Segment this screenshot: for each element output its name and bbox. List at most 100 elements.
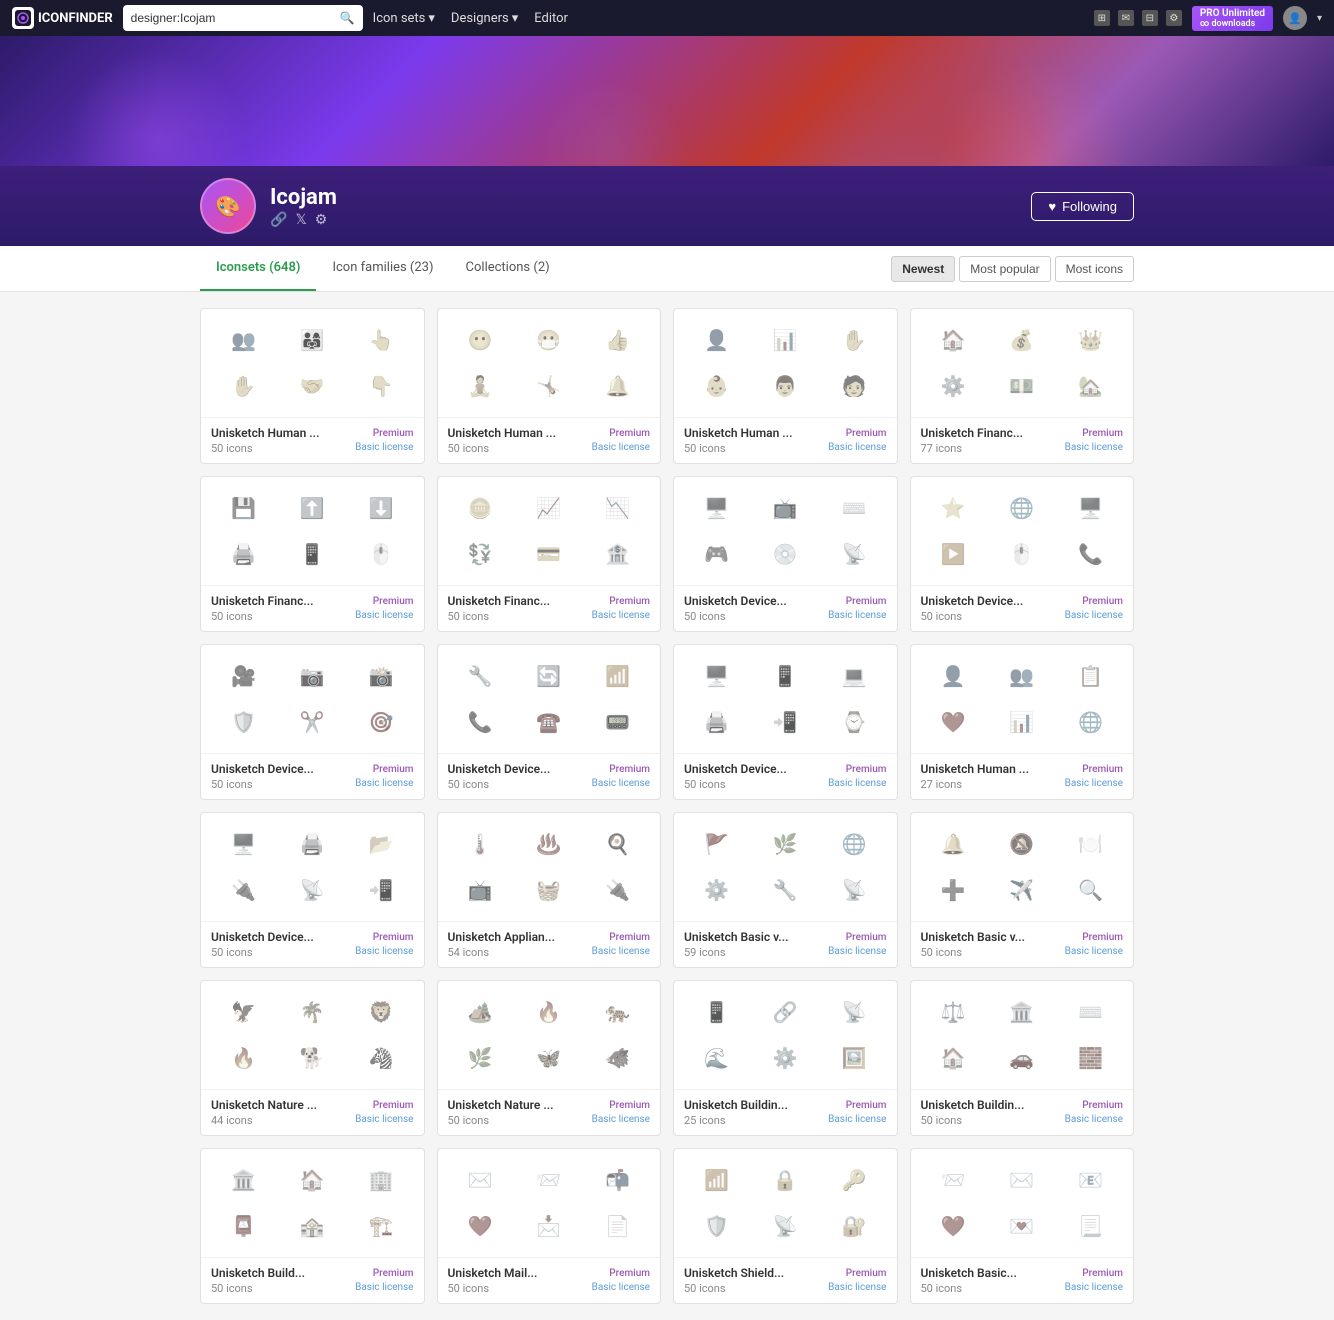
icon-cell: 🏛️ <box>989 991 1054 1033</box>
license-link[interactable]: Basic license <box>1065 946 1123 959</box>
user-menu-chevron[interactable]: ▾ <box>1317 13 1322 24</box>
icon-cell: 🤝 <box>280 365 345 407</box>
card-title-text: Unisketch Device... <box>211 762 314 776</box>
license-link[interactable]: Basic license <box>355 778 413 791</box>
icon-card[interactable]: 📱🔗📡🌊⚙️🖼️Unisketch Buildin...Premium25 ic… <box>673 980 898 1136</box>
icon-cell: 🍽️ <box>1058 823 1123 865</box>
icon-cell: 🖨️ <box>280 823 345 865</box>
icon-card[interactable]: 🖥️📺⌨️🎮💿📡Unisketch Device...Premium50 ico… <box>673 476 898 632</box>
card-title-text: Unisketch Basic... <box>921 1266 1017 1280</box>
search-input[interactable] <box>131 11 340 25</box>
icon-card[interactable]: 🖥️🖨️📂🔌📡📲Unisketch Device...Premium50 ico… <box>200 812 425 968</box>
icon-card[interactable]: 🦅🌴🦁🔥🐕🦓Unisketch Nature ...Premium44 icon… <box>200 980 425 1136</box>
search-bar[interactable]: 🔍 <box>123 5 363 31</box>
license-link[interactable]: Basic license <box>355 1114 413 1127</box>
icon-card[interactable]: ⚖️🏛️⌨️🏠🚗🧱Unisketch Buildin...Premium50 i… <box>910 980 1135 1136</box>
icon-count: 25 icons <box>684 1114 726 1127</box>
icon-cell: 🏡 <box>1058 365 1123 407</box>
sort-most-popular[interactable]: Most popular <box>959 256 1050 282</box>
license-link[interactable]: Basic license <box>592 442 650 455</box>
nav-designers[interactable]: Designers ▾ <box>451 11 518 26</box>
twitter-icon[interactable]: 𝕏 <box>295 212 306 228</box>
icon-card[interactable]: 💾⬆️⬇️🖨️📱🖱️Unisketch Financ...Premium50 i… <box>200 476 425 632</box>
search-icon[interactable]: 🔍 <box>340 11 355 25</box>
license-link[interactable]: Basic license <box>828 778 886 791</box>
license-link[interactable]: Basic license <box>828 946 886 959</box>
license-link[interactable]: Basic license <box>1065 442 1123 455</box>
license-link[interactable]: Basic license <box>592 946 650 959</box>
license-link[interactable]: Basic license <box>1065 610 1123 623</box>
profile-name: Icojam <box>270 185 337 210</box>
card-info: Unisketch Human ...Premium50 iconsBasic … <box>201 418 424 463</box>
icon-card[interactable]: 📶🔒🔑🛡️📡🔐Unisketch Shield...Premium50 icon… <box>673 1148 898 1304</box>
license-link[interactable]: Basic license <box>592 610 650 623</box>
license-link[interactable]: Basic license <box>355 946 413 959</box>
license-link[interactable]: Basic license <box>1065 1282 1123 1295</box>
settings-link-icon[interactable]: ⚙ <box>315 212 328 228</box>
icon-card[interactable]: 🔧🔄📶📞☎️📟Unisketch Device...Premium50 icon… <box>437 644 662 800</box>
license-link[interactable]: Basic license <box>592 778 650 791</box>
settings-icon[interactable]: ⚙ <box>1166 10 1182 26</box>
icon-card[interactable]: 👤👥📋❤️📊🌐Unisketch Human ...Premium27 icon… <box>910 644 1135 800</box>
icon-card[interactable]: 🎥📷📸🛡️✂️🎯Unisketch Device...Premium50 ico… <box>200 644 425 800</box>
icon-card[interactable]: 🪙📈📉💱💳🏦Unisketch Financ...Premium50 icons… <box>437 476 662 632</box>
icon-cell: 💰 <box>989 319 1054 361</box>
icon-cell: 🪙 <box>448 487 513 529</box>
icon-card[interactable]: 🏠💰👑⚙️💵🏡Unisketch Financ...Premium77 icon… <box>910 308 1135 464</box>
tab-icon-families[interactable]: Icon families (23) <box>316 246 449 291</box>
license-link[interactable]: Basic license <box>828 610 886 623</box>
icon-card[interactable]: 👤📊✋👶👨🧑Unisketch Human ...Premium50 icons… <box>673 308 898 464</box>
icon-card[interactable]: 🌡️♨️🍳📺🧺🔌Unisketch Applian...Premium54 ic… <box>437 812 662 968</box>
icon-card[interactable]: 🔔🔕🍽️➕✈️🔍Unisketch Basic v...Premium50 ic… <box>910 812 1135 968</box>
sort-most-icons[interactable]: Most icons <box>1055 256 1134 282</box>
license-link[interactable]: Basic license <box>355 1282 413 1295</box>
card-info: Unisketch Human ...Premium50 iconsBasic … <box>438 418 661 463</box>
license-link[interactable]: Basic license <box>592 1282 650 1295</box>
mail-icon[interactable]: ✉ <box>1118 10 1134 26</box>
license-link[interactable]: Basic license <box>828 1114 886 1127</box>
icon-cell: 🖨️ <box>211 533 276 575</box>
icon-cell: ✂️ <box>280 701 345 743</box>
card-meta: 77 iconsBasic license <box>921 442 1124 455</box>
icon-cell: 🐅 <box>585 991 650 1033</box>
icon-card[interactable]: 🏛️🏠🏢📮🏤🏗️Unisketch Build...Premium50 icon… <box>200 1148 425 1304</box>
tab-collections[interactable]: Collections (2) <box>450 246 566 291</box>
nav-editor[interactable]: Editor <box>534 11 568 26</box>
icon-cell: 🔥 <box>211 1037 276 1079</box>
link-icon[interactable]: 🔗 <box>270 212 287 228</box>
icon-count: 50 icons <box>448 442 490 455</box>
nav-links: Icon sets ▾ Designers ▾ Editor <box>373 11 1084 26</box>
sort-newest[interactable]: Newest <box>891 256 955 282</box>
icon-card[interactable]: ✉️📨📬❤️📩📄Unisketch Mail...Premium50 icons… <box>437 1148 662 1304</box>
icon-cell: 📊 <box>989 701 1054 743</box>
license-link[interactable]: Basic license <box>355 610 413 623</box>
icon-card[interactable]: 🖥️📱💻🖨️📲⌚Unisketch Device...Premium50 ico… <box>673 644 898 800</box>
nav-icon-sets[interactable]: Icon sets ▾ <box>373 11 435 26</box>
tab-iconsets[interactable]: Iconsets (648) <box>200 246 316 291</box>
icon-card[interactable]: 🚩🌿🌐⚙️🔧📡Unisketch Basic v...Premium59 ico… <box>673 812 898 968</box>
icon-card[interactable]: 😶😷👍🧘🤸🔔Unisketch Human ...Premium50 icons… <box>437 308 662 464</box>
license-link[interactable]: Basic license <box>1065 778 1123 791</box>
icon-cell: 🏤 <box>280 1205 345 1247</box>
logo[interactable]: ICONFINDER <box>12 7 113 29</box>
follow-button[interactable]: ♥ Following <box>1031 192 1134 221</box>
license-link[interactable]: Basic license <box>828 1282 886 1295</box>
icon-card[interactable]: 📨✉️📧❤️💌📃Unisketch Basic...Premium50 icon… <box>910 1148 1135 1304</box>
license-link[interactable]: Basic license <box>592 1114 650 1127</box>
card-info: Unisketch Buildin...Premium25 iconsBasic… <box>674 1090 897 1135</box>
grid-icon[interactable]: ⊞ <box>1094 10 1110 26</box>
icon-cell: 😷 <box>516 319 581 361</box>
icon-cell: 📡 <box>822 869 887 911</box>
license-link[interactable]: Basic license <box>355 442 413 455</box>
user-avatar[interactable]: 👤 <box>1283 6 1307 30</box>
icon-card[interactable]: 🏕️🔥🐅🌿🦋🐗Unisketch Nature ...Premium50 ico… <box>437 980 662 1136</box>
icon-card[interactable]: ⭐🌐🖥️▶️🖱️📞Unisketch Device...Premium50 ic… <box>910 476 1135 632</box>
profile-info: Icojam 🔗 𝕏 ⚙ <box>270 185 337 228</box>
icon-count: 50 icons <box>684 1282 726 1295</box>
license-link[interactable]: Basic license <box>1065 1114 1123 1127</box>
icon-cell: ✈️ <box>989 869 1054 911</box>
bookmark-icon[interactable]: ⊟ <box>1142 10 1158 26</box>
card-title: Unisketch Device...Premium <box>448 762 651 776</box>
icon-card[interactable]: 👥👨‍👩‍👧👆✋🤝👇Unisketch Human ...Premium50 i… <box>200 308 425 464</box>
license-link[interactable]: Basic license <box>828 442 886 455</box>
